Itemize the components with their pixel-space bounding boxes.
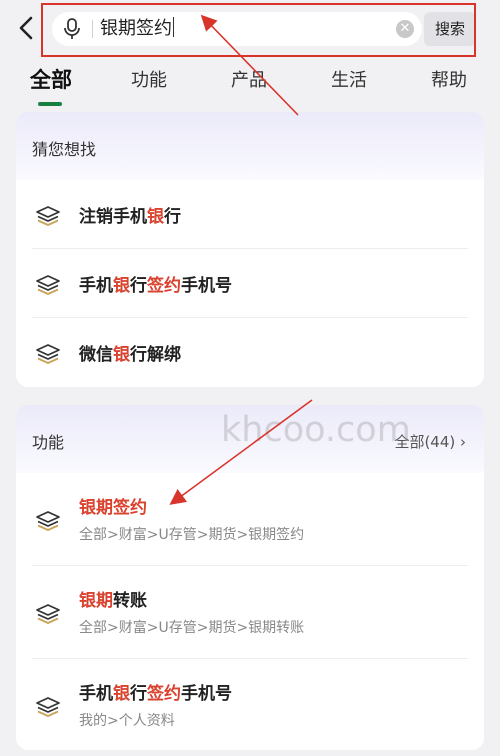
function-item-path: 我的>个人资料: [79, 713, 175, 729]
top-bar: 银期签约 ✕ 搜索: [0, 0, 500, 57]
tab-life[interactable]: 生活: [331, 66, 367, 92]
title-text: 行: [130, 276, 147, 296]
layers-icon: [34, 598, 62, 626]
functions-card-title: 功能: [32, 433, 65, 452]
functions-card: 功能 全部(44) › 银期签约 全部>财富>U存管>期货>银期签约 银期转账 全部>…: [16, 405, 484, 750]
function-item-path: 全部>财富>U存管>期货>银期转账: [79, 620, 305, 636]
function-item-title: 银期转账: [79, 586, 147, 611]
guess-item[interactable]: 手机银行签约手机号: [32, 249, 468, 318]
guess-card-title: 猜您想找: [32, 140, 97, 159]
title-text: 注销手机: [79, 207, 147, 227]
guess-item[interactable]: 注销手机银行: [32, 180, 468, 249]
title-text: 手机号: [181, 684, 232, 704]
highlight-text: 签约: [147, 684, 181, 704]
title-text: 手机: [79, 276, 113, 296]
function-item-title: 银期签约: [79, 493, 147, 518]
highlight-text: 银: [113, 276, 130, 296]
guess-card-header: 猜您想找: [16, 112, 484, 180]
title-text: 微信: [79, 345, 113, 365]
function-item-path: 全部>财富>U存管>期货>银期签约: [79, 527, 305, 543]
tab-products[interactable]: 产品: [231, 66, 267, 92]
guess-list: 注销手机银行 手机银行签约手机号 微信银行解绑: [16, 180, 484, 387]
highlight-text: 银: [113, 684, 130, 704]
title-text: 行解绑: [130, 345, 181, 365]
layers-icon: [34, 338, 62, 366]
tab-all[interactable]: 全部: [30, 64, 72, 94]
function-item[interactable]: 手机银行签约手机号 我的>个人资料: [32, 659, 468, 750]
back-icon[interactable]: [14, 14, 38, 42]
function-item[interactable]: 银期签约全部>财富>U存管>期货>银期签约: [32, 473, 468, 566]
function-item[interactable]: 银期转账全部>财富>U存管>期货>银期转账: [32, 566, 468, 659]
annotation-box: [41, 3, 476, 57]
layers-icon: [34, 200, 62, 228]
guess-item-title: 微信银行解绑: [79, 340, 181, 365]
highlight-text: 银期签约: [79, 498, 147, 518]
guess-card: 猜您想找 注销手机银行 手机银行签约手机号 微信银行解绑: [16, 112, 484, 387]
highlight-text: 银期: [79, 591, 113, 611]
highlight-text: 银: [113, 345, 130, 365]
guess-item-title: 注销手机银行: [79, 202, 181, 227]
title-text: 行: [130, 684, 147, 704]
tab-functions[interactable]: 功能: [131, 66, 167, 92]
layers-icon: [34, 505, 62, 533]
layers-icon: [34, 691, 62, 719]
layers-icon: [34, 269, 62, 297]
tab-active-indicator: [38, 102, 62, 106]
watermark: khcoo.com: [221, 410, 411, 450]
guess-item-title: 手机银行签约手机号: [79, 271, 232, 296]
functions-list: 银期签约 全部>财富>U存管>期货>银期签约 银期转账 全部>财富>U存管>期货>银期…: [16, 473, 484, 750]
title-text: 手机号: [181, 276, 232, 296]
title-text: 转账: [113, 591, 147, 611]
title-text: 行: [164, 207, 181, 227]
category-tabs: 全部 功能 产品 生活 帮助: [0, 58, 500, 108]
highlight-text: 签约: [147, 276, 181, 296]
highlight-text: 银: [147, 207, 164, 227]
guess-item[interactable]: 微信银行解绑: [32, 318, 468, 387]
tab-help[interactable]: 帮助: [431, 66, 467, 92]
function-item-title: 手机银行签约手机号: [79, 679, 232, 704]
title-text: 手机: [79, 684, 113, 704]
